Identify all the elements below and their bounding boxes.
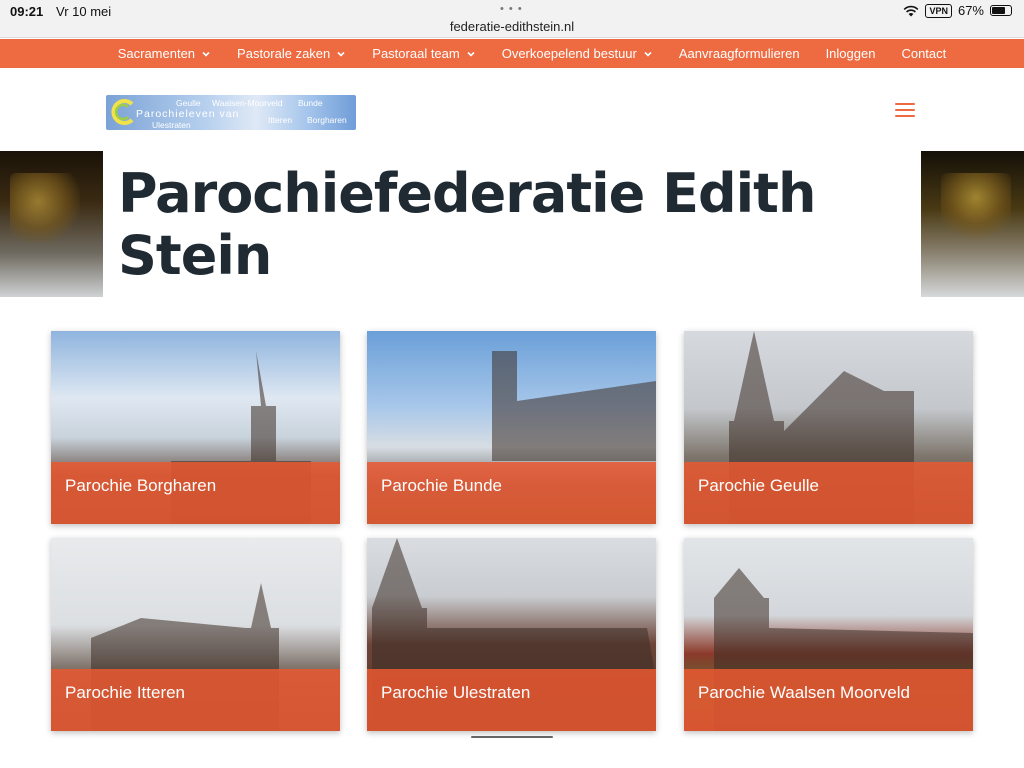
- chevron-down-icon: [337, 51, 345, 57]
- nav-item-sacramenten[interactable]: Sacramenten: [118, 46, 211, 61]
- parish-tile-waalsen-moorveld[interactable]: Parochie Waalsen Moorveld: [684, 538, 973, 731]
- logo-word: Itteren: [268, 115, 293, 125]
- nav-item-label: Pastoraal team: [372, 46, 460, 61]
- chevron-down-icon: [202, 51, 210, 57]
- battery-percentage: 67%: [957, 3, 984, 18]
- hero-ornament-left: [10, 173, 80, 243]
- tile-label: Parochie Waalsen Moorveld: [698, 683, 910, 702]
- parish-tile-geulle[interactable]: Parochie Geulle: [684, 331, 973, 524]
- status-indicators: VPN 67%: [903, 3, 1012, 18]
- tile-label: Parochie Itteren: [65, 683, 186, 702]
- hero-background-image-left: [0, 151, 103, 297]
- nav-item-contact[interactable]: Contact: [901, 46, 946, 61]
- tile-label: Parochie Ulestraten: [381, 683, 531, 702]
- nav-item-label: Inloggen: [825, 46, 876, 61]
- wifi-icon: [904, 5, 919, 16]
- site-logo[interactable]: Geulle Waalsen-Moorveld Bunde Parochiele…: [106, 95, 356, 130]
- parish-tile-itteren[interactable]: Parochie Itteren: [51, 538, 340, 731]
- nav-item-pastorale-zaken[interactable]: Pastorale zaken: [237, 46, 346, 61]
- nav-item-inloggen[interactable]: Inloggen: [826, 46, 876, 61]
- nav-item-label: Overkoepelend bestuur: [501, 46, 637, 61]
- logo-swirl-icon: [111, 99, 134, 125]
- page-title: Parochiefederatie Edith Stein: [118, 162, 816, 287]
- multitasking-dots-icon[interactable]: • • •: [500, 3, 523, 15]
- nav-item-pastoraal-team[interactable]: Pastoraal team: [372, 46, 475, 61]
- logo-word: Borgharen: [307, 115, 347, 125]
- nav-item-aanvraagformulieren[interactable]: Aanvraagformulieren: [679, 46, 800, 61]
- status-date: Vr 10 mei: [56, 4, 112, 19]
- logo-word: Geulle: [176, 98, 201, 108]
- tile-label: Parochie Geulle: [698, 476, 819, 495]
- battery-icon: [990, 5, 1012, 16]
- vpn-badge: VPN: [925, 3, 952, 18]
- chevron-down-icon: [467, 51, 475, 57]
- tile-label: Parochie Borgharen: [65, 476, 217, 495]
- hero-ornament-right: [941, 173, 1011, 243]
- status-bar: 09:21 Vr 10 mei • • • federatie-edithste…: [0, 0, 1024, 38]
- battery-fill: [992, 7, 1006, 14]
- hamburger-menu-icon[interactable]: [895, 103, 917, 119]
- address-bar-url[interactable]: federatie-edithstein.nl: [0, 19, 1024, 34]
- parish-tile-ulestraten[interactable]: Parochie Ulestraten: [367, 538, 656, 731]
- nav-item-label: Aanvraagformulieren: [678, 46, 800, 61]
- parish-tile-bunde[interactable]: Parochie Bunde: [367, 331, 656, 524]
- tile-label: Parochie Bunde: [381, 476, 502, 495]
- hero-background-image-right: [921, 151, 1024, 297]
- hero-section: Parochiefederatie Edith Stein: [0, 151, 1024, 297]
- nav-item-label: Sacramenten: [117, 46, 196, 61]
- nav-item-label: Contact: [901, 46, 947, 61]
- status-time: 09:21: [10, 4, 44, 19]
- nav-item-overkoepelend-bestuur[interactable]: Overkoepelend bestuur: [502, 46, 653, 61]
- logo-word: Bunde: [298, 98, 323, 108]
- main-navigation: Sacramenten Pastorale zaken Pastoraal team…: [0, 39, 1024, 68]
- nav-item-label: Pastorale zaken: [237, 46, 331, 61]
- logo-word: Waalsen-Moorveld: [212, 98, 283, 108]
- chevron-down-icon: [644, 51, 652, 57]
- site-header: Geulle Waalsen-Moorveld Bunde Parochiele…: [0, 68, 1024, 151]
- logo-word: Ulestraten: [152, 120, 191, 130]
- parish-tile-borgharen[interactable]: Parochie Borgharen: [51, 331, 340, 524]
- home-indicator[interactable]: [471, 736, 553, 738]
- logo-word-main: Parochieleven van: [136, 108, 240, 120]
